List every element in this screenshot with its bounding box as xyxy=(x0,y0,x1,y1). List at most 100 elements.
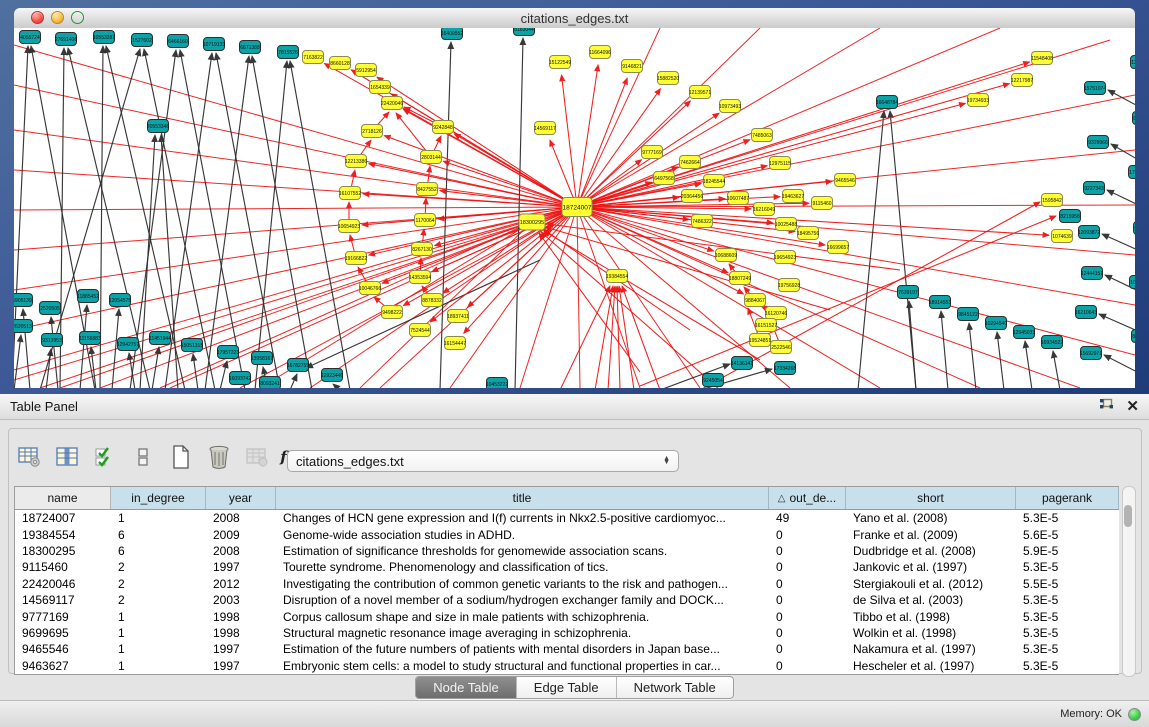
graph-node[interactable]: 16154447 xyxy=(444,337,466,350)
graph-node[interactable]: 10294540 xyxy=(985,317,1007,330)
show-column-icon[interactable] xyxy=(54,444,80,470)
graph-node[interactable]: 1241064 xyxy=(1131,56,1136,69)
graph-node[interactable]: 11548408 xyxy=(1031,52,1053,65)
graph-node[interactable]: 5912954 xyxy=(356,64,377,77)
graph-node[interactable]: 12975115 xyxy=(769,157,791,170)
graph-node[interactable]: 16409552 xyxy=(441,28,463,40)
graph-node[interactable]: 18245544 xyxy=(703,175,725,188)
table-row[interactable]: 1456911722003Disruption of a novel membe… xyxy=(15,592,1119,608)
table-row[interactable]: 1830029562008Estimation of significance … xyxy=(15,543,1119,559)
graph-node[interactable]: 7639197 xyxy=(898,286,919,299)
graph-node[interactable]: 16648784 xyxy=(876,96,898,109)
graph-node[interactable]: 15751074 xyxy=(1084,82,1106,95)
graph-node[interactable]: 8878332 xyxy=(422,294,443,307)
graph-node[interactable]: 14353594 xyxy=(409,271,431,284)
network-window-titlebar[interactable]: citations_edges.txt xyxy=(14,8,1135,29)
graph-node[interactable]: 14569117 xyxy=(534,122,556,135)
graph-node[interactable]: 19384554 xyxy=(606,270,628,283)
graph-node[interactable]: 10973493 xyxy=(719,100,741,113)
graph-node[interactable]: 1527602 xyxy=(132,34,153,47)
graph-node[interactable]: 2620513 xyxy=(14,320,33,333)
graph-node[interactable]: 7486322 xyxy=(692,215,713,228)
graph-node[interactable]: 16216049 xyxy=(753,203,775,216)
graph-node[interactable]: 15051315 xyxy=(181,339,203,352)
graph-node[interactable]: 18937411 xyxy=(447,310,469,323)
tab-network-table[interactable]: Network Table xyxy=(617,677,733,698)
graph-node[interactable]: 7163822 xyxy=(303,51,324,64)
graph-node[interactable]: 12945033 xyxy=(1013,326,1035,339)
graph-node[interactable]: 12213386 xyxy=(345,155,367,168)
graph-node[interactable]: 8183044 xyxy=(514,28,535,36)
graph-node[interactable]: 5905139 xyxy=(14,294,33,307)
graph-node[interactable]: 18724007 xyxy=(562,198,592,217)
graph-node[interactable]: 2803144 xyxy=(421,151,442,164)
graph-node[interactable]: 9498222 xyxy=(382,306,403,319)
graph-node[interactable]: 10719133 xyxy=(203,38,225,51)
scrollbar-thumb[interactable] xyxy=(1124,505,1132,527)
delete-column-icon[interactable] xyxy=(206,444,232,470)
graph-node[interactable]: 1170064 xyxy=(415,214,436,227)
graph-node[interactable]: 10688609 xyxy=(715,249,737,262)
table-row[interactable]: 946554611997Estimation of the future num… xyxy=(15,641,1119,657)
graph-node[interactable]: 8245022 xyxy=(1133,112,1136,125)
graph-node[interactable]: 9115460 xyxy=(812,197,833,210)
graph-node[interactable]: 17334268 xyxy=(774,362,796,375)
network-graph-canvas[interactable]: 4055724276914061055328715276026466160107… xyxy=(14,28,1135,388)
graph-node[interactable]: 15882520 xyxy=(657,72,679,85)
column-header-in_degree[interactable]: in_degree xyxy=(111,487,206,509)
graph-node[interactable]: 8232221 xyxy=(1132,330,1136,343)
graph-node[interactable]: 18914553 xyxy=(929,296,951,309)
graph-node[interactable]: 11664096 xyxy=(589,46,611,59)
table-row[interactable]: 1872400712008Changes of HCN gene express… xyxy=(15,510,1119,526)
graph-node[interactable]: 11156883 xyxy=(79,332,101,345)
table-vertical-scrollbar[interactable] xyxy=(1122,486,1136,677)
graph-node[interactable]: 16093742 xyxy=(229,372,251,385)
graph-node[interactable]: 10607487 xyxy=(727,192,749,205)
graph-node[interactable]: 10025488 xyxy=(775,218,797,231)
graph-node[interactable]: 19524851 xyxy=(749,334,771,347)
minimize-window-button[interactable] xyxy=(51,11,64,24)
graph-node[interactable]: 9245032 xyxy=(1134,222,1136,235)
table-row[interactable]: 1938455462009Genome-wide association stu… xyxy=(15,526,1119,542)
float-panel-icon[interactable] xyxy=(1099,398,1114,415)
column-header-year[interactable]: year xyxy=(206,487,276,509)
graph-node[interactable]: 15692971 xyxy=(1080,347,1102,360)
memory-status-icon[interactable] xyxy=(1128,708,1141,721)
graph-node[interactable]: 16151527 xyxy=(755,319,777,332)
network-graph[interactable]: 4055724276914061055328715276026466160107… xyxy=(14,28,1135,388)
graph-node[interactable]: 7485063 xyxy=(752,129,773,142)
graph-node[interactable]: 6671388 xyxy=(240,41,261,54)
graph-node[interactable]: 19654923 xyxy=(774,251,796,264)
graph-node[interactable]: 9227343 xyxy=(1084,182,1105,195)
graph-node[interactable]: 8215958 xyxy=(1060,210,1081,223)
row-height-icon[interactable] xyxy=(130,444,156,470)
graph-node[interactable]: 27691406 xyxy=(55,33,77,46)
graph-node[interactable]: 6466160 xyxy=(168,35,189,48)
graph-node[interactable]: 1064523 xyxy=(1130,276,1136,289)
graph-node[interactable]: 16120746 xyxy=(765,307,787,320)
graph-node[interactable]: 18300295 xyxy=(519,214,545,230)
table-mode-icon[interactable] xyxy=(16,444,42,470)
graph-node[interactable]: 10553287 xyxy=(93,31,115,44)
graph-node[interactable]: 15122549 xyxy=(549,56,571,69)
graph-node[interactable]: 12054575 xyxy=(109,294,131,307)
graph-node[interactable]: 9313953 xyxy=(42,334,63,347)
graph-node[interactable]: 22420046 xyxy=(381,97,403,110)
zoom-window-button[interactable] xyxy=(71,11,84,24)
graph-node[interactable]: 1721033 xyxy=(1129,166,1136,179)
graph-node[interactable]: 12139571 xyxy=(689,86,711,99)
graph-node[interactable]: 9329966 xyxy=(1088,136,1109,149)
graph-node[interactable]: 9777169 xyxy=(642,146,663,159)
graph-node[interactable]: 8093241 xyxy=(260,377,281,389)
graph-node[interactable]: 18495756 xyxy=(797,227,819,240)
graph-node[interactable]: 19734933 xyxy=(967,94,989,107)
graph-node[interactable]: 12093872 xyxy=(1078,226,1100,239)
graph-node[interactable]: 8267130 xyxy=(412,243,433,256)
graph-node[interactable]: 8427552 xyxy=(417,183,438,196)
graph-node[interactable]: 2522546 xyxy=(771,341,792,354)
close-window-button[interactable] xyxy=(31,11,44,24)
graph-node[interactable]: 20364456 xyxy=(681,190,703,203)
column-header-pagerank[interactable]: pagerank xyxy=(1016,487,1119,509)
graph-node[interactable]: 19166822 xyxy=(345,252,367,265)
close-panel-icon[interactable]: ✕ xyxy=(1126,399,1139,414)
